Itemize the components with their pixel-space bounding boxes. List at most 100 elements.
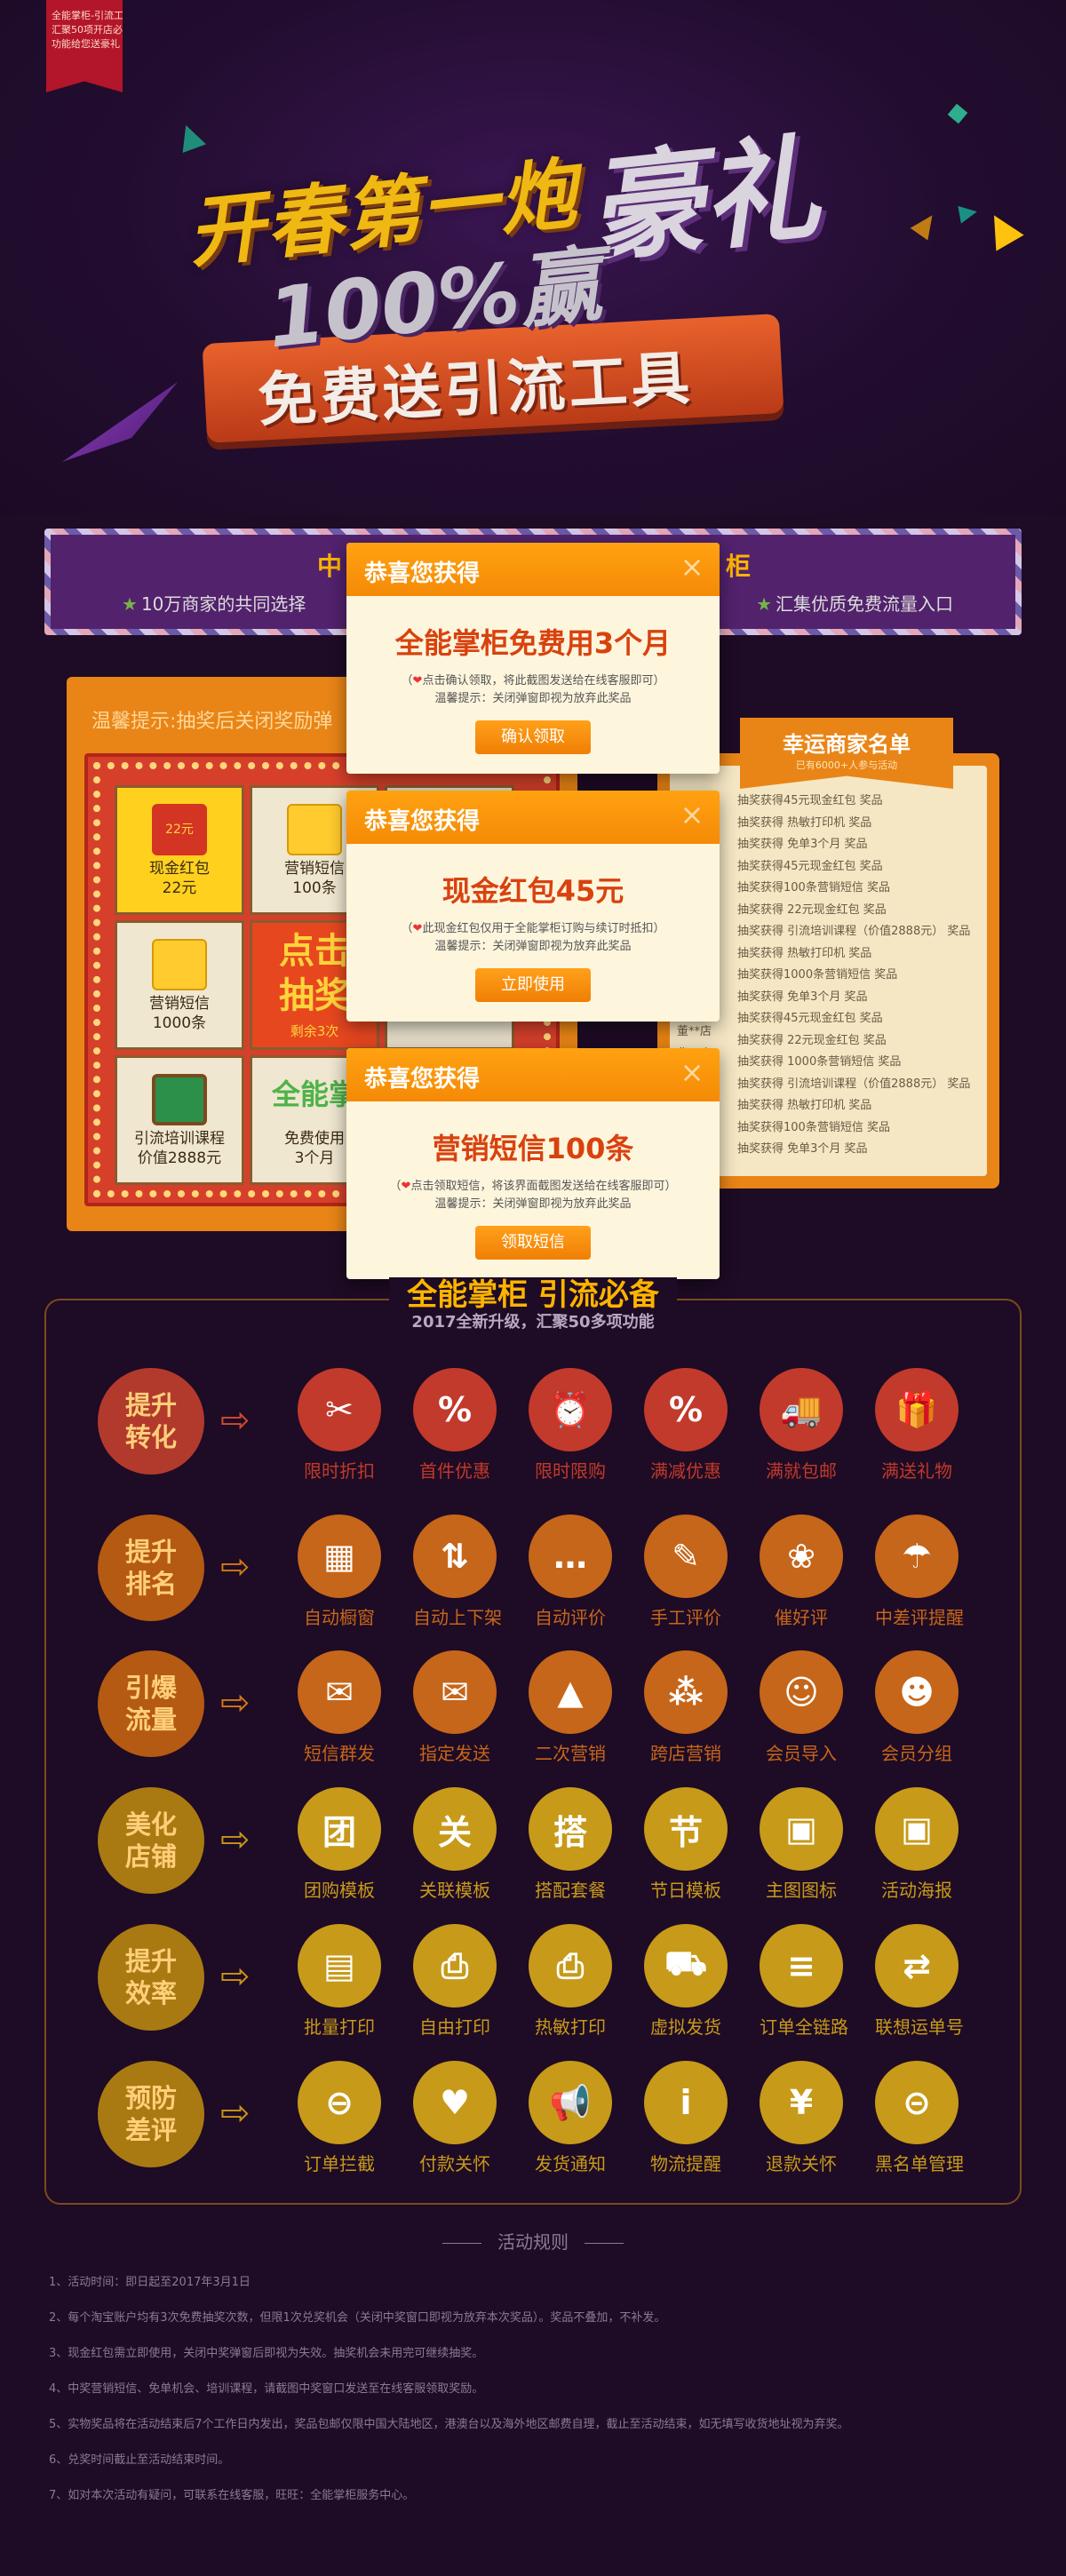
divider bbox=[442, 2243, 481, 2244]
tool-label: 退款关怀 bbox=[766, 2153, 837, 2174]
close-icon[interactable]: × bbox=[679, 1058, 705, 1086]
draw-button-text: 抽奖 bbox=[279, 975, 350, 1016]
arrow-right-icon: ⇨ bbox=[220, 1400, 251, 1441]
tool-item[interactable]: 搭搭配套餐 bbox=[529, 1787, 612, 1902]
tool-item[interactable]: ≡ 订单全链路 bbox=[760, 1924, 848, 2039]
close-icon[interactable]: × bbox=[679, 800, 705, 829]
brand-logo: 全能掌 bbox=[271, 1077, 358, 1111]
tool-item[interactable]: 🚚 满就包邮 bbox=[760, 1368, 843, 1483]
member-group-icon: ☻ bbox=[875, 1650, 959, 1734]
category-label: 美化 店铺 bbox=[124, 1809, 177, 1872]
tool-item[interactable]: ⁂ 跨店营销 bbox=[644, 1650, 728, 1765]
tool-item[interactable]: 关关联模板 bbox=[413, 1787, 497, 1902]
winner-entry: 抽奖获得 22元现金红包 奖品 bbox=[737, 1033, 887, 1047]
tool-item[interactable]: ✉ 指定发送 bbox=[413, 1650, 497, 1765]
tool-label: 黑名单管理 bbox=[875, 2153, 964, 2174]
popup-note-line: 点击确认领取，将此截图发送给在线客服即可 bbox=[422, 674, 654, 688]
tool-item[interactable]: 📢 发货通知 bbox=[529, 2061, 612, 2175]
feature-text: 汇集优质免费流量入口 bbox=[776, 593, 953, 615]
winner-entry: 抽奖获得100条营销短信 奖品 bbox=[737, 881, 890, 894]
tool-item[interactable]: ✉ 短信群发 bbox=[298, 1650, 381, 1765]
banner-title-right: 柜 bbox=[726, 552, 752, 581]
tool-item[interactable]: 团团购模板 bbox=[298, 1787, 381, 1902]
winner-name: 董**店 bbox=[677, 1025, 712, 1038]
confirm-claim-button[interactable]: 确认领取 bbox=[475, 720, 591, 754]
tool-item[interactable]: ▣ 活动海报 bbox=[875, 1787, 959, 1902]
tool-label: 联想运单号 bbox=[875, 2016, 964, 2038]
rule-item: 2、每个淘宝账户均有3次免费抽奖次数，但限1次兑奖机会（关闭中奖窗口即视为放弃本… bbox=[49, 2311, 666, 2325]
tool-list: ▦ 自动橱窗 ⇅ 自动上下架 … 自动评价 ✎ 手工评价 ❀ 催好评 ☂ 中差评提醒 bbox=[298, 1515, 964, 1629]
sms-icon bbox=[287, 804, 342, 855]
corner-tag-line: 功能给您送豪礼 bbox=[52, 38, 120, 50]
draw-button-text: 点击 bbox=[279, 931, 350, 972]
tool-item[interactable]: ⊝ 黑名单管理 bbox=[875, 2061, 964, 2175]
tool-item[interactable]: ⎙ 热敏打印 bbox=[529, 1924, 612, 2039]
tool-label: 自动橱窗 bbox=[304, 1607, 375, 1628]
prize-value: 100条 bbox=[292, 879, 337, 897]
tool-label: 关联模板 bbox=[419, 1880, 490, 1901]
claim-sms-button[interactable]: 领取短信 bbox=[475, 1226, 591, 1260]
prize-popup: 恭喜您获得 × 营销短信100条 （❤点击领取短信，将该界面截图发送给在线客服即… bbox=[346, 1048, 720, 1279]
envelope-icon: ✉ bbox=[298, 1650, 381, 1734]
divider bbox=[585, 2243, 624, 2244]
percent-icon: % bbox=[413, 1368, 497, 1451]
tool-list: ▤ 批量打印 ⎙ 自由打印 ⎙ 热敏打印 ⛟ 虚拟发货 ≡ 订单全链路 ⇄ 联想运单号 bbox=[298, 1924, 964, 2039]
virtual-delivery-icon: ⛟ bbox=[644, 1924, 728, 2008]
popup-note: （❤点击确认领取，将此截图发送给在线客服即可） 温馨提示：关闭弹窗即视为放弃此奖… bbox=[346, 672, 720, 708]
tool-item[interactable]: ▲ 二次营销 bbox=[529, 1650, 612, 1765]
tool-item[interactable]: i 物流提醒 bbox=[644, 2061, 728, 2175]
tool-item[interactable]: ♥ 付款关怀 bbox=[413, 2061, 497, 2175]
category-badge: 美化 店铺 bbox=[98, 1787, 204, 1894]
hero-banner: 全能掌柜-引流工具 汇聚50项开店必备 功能给您送豪礼 开春第一炮 豪礼 100… bbox=[0, 0, 1066, 515]
tool-item[interactable]: ☻ 会员分组 bbox=[875, 1650, 959, 1765]
close-icon[interactable]: × bbox=[679, 553, 705, 581]
confetti-decoration bbox=[958, 203, 979, 224]
tool-item[interactable]: % 满减优惠 bbox=[644, 1368, 728, 1483]
popup-title: 恭喜您获得 bbox=[364, 808, 481, 835]
tool-label: 批量打印 bbox=[304, 2016, 375, 2038]
tool-label: 订单拦截 bbox=[304, 2153, 375, 2174]
tool-item[interactable]: ▦ 自动橱窗 bbox=[298, 1515, 381, 1629]
tools-title: 全能掌柜 引流必备 bbox=[0, 1270, 1066, 1314]
tool-item[interactable]: 节节日模板 bbox=[644, 1787, 728, 1902]
tool-item[interactable]: ⏰ 限时限购 bbox=[529, 1368, 612, 1483]
tools-title-text: 全能掌柜 引流必备 bbox=[389, 1277, 677, 1313]
tool-item[interactable]: ⇄ 联想运单号 bbox=[875, 1924, 964, 2039]
envelope-check-icon: ✉ bbox=[413, 1650, 497, 1734]
dots-cluster-icon: ⁂ bbox=[644, 1650, 728, 1734]
rule-item: 5、实物奖品将在活动结束后7个工作日内发出，奖品包邮仅限中国大陆地区，港澳台以及… bbox=[49, 2418, 849, 2431]
tool-item[interactable]: ⛟ 虚拟发货 bbox=[644, 1924, 728, 2039]
tool-label: 订单全链路 bbox=[760, 2016, 848, 2038]
tool-item[interactable]: 🎁 满送礼物 bbox=[875, 1368, 959, 1483]
tool-item[interactable]: ▤ 批量打印 bbox=[298, 1924, 381, 2039]
winners-list: 抽奖获得45元现金红包 奖品 抽奖获得 热敏打印机 奖品 抽奖获得 免单3个月 奖品… bbox=[737, 791, 970, 1161]
batch-print-icon: ▤ bbox=[298, 1924, 381, 2008]
red-envelope-icon: 22元 bbox=[152, 804, 207, 855]
tool-item[interactable]: ☺ 会员导入 bbox=[760, 1650, 843, 1765]
block-order-icon: ⊖ bbox=[298, 2061, 381, 2144]
tool-label: 搭配套餐 bbox=[535, 1880, 606, 1901]
prize-cell: 22元 现金红包 22元 bbox=[115, 785, 244, 915]
tool-item[interactable]: ☂ 中差评提醒 bbox=[875, 1515, 964, 1629]
arrow-right-icon: ⇨ bbox=[220, 1546, 251, 1587]
tool-item[interactable]: … 自动评价 bbox=[529, 1515, 612, 1629]
tool-item[interactable]: ✂ 限时折扣 bbox=[298, 1368, 381, 1483]
tool-item[interactable]: ⊖ 订单拦截 bbox=[298, 2061, 381, 2175]
storefront-icon: ▦ bbox=[298, 1515, 381, 1598]
bar-chart-icon: ▲ bbox=[529, 1650, 612, 1734]
tool-label: 自动上下架 bbox=[413, 1607, 502, 1628]
use-now-button[interactable]: 立即使用 bbox=[475, 968, 591, 1002]
tool-item[interactable]: ❀ 催好评 bbox=[760, 1515, 843, 1629]
winner-entry: 抽奖获得 免单3个月 奖品 bbox=[737, 990, 868, 1004]
tool-item[interactable]: ⇅ 自动上下架 bbox=[413, 1515, 502, 1629]
popup-prize: 全能掌柜免费用3个月 bbox=[394, 626, 672, 660]
tool-label: 限时折扣 bbox=[304, 1460, 375, 1482]
tool-item[interactable]: ▣ 主图图标 bbox=[760, 1787, 843, 1902]
tool-item[interactable]: ¥ 退款关怀 bbox=[760, 2061, 843, 2175]
lottery-tip: 温馨提示:抽奖后关闭奖励弹 bbox=[91, 711, 333, 733]
tool-item[interactable]: % 首件优惠 bbox=[413, 1368, 497, 1483]
tool-item[interactable]: ⎙ 自由打印 bbox=[413, 1924, 497, 2039]
winner-entry: 抽奖获得 22元现金红包 奖品 bbox=[737, 902, 887, 917]
feature-text: 10万商家的共同选择 bbox=[140, 593, 306, 615]
tool-item[interactable]: ✎ 手工评价 bbox=[644, 1515, 728, 1629]
